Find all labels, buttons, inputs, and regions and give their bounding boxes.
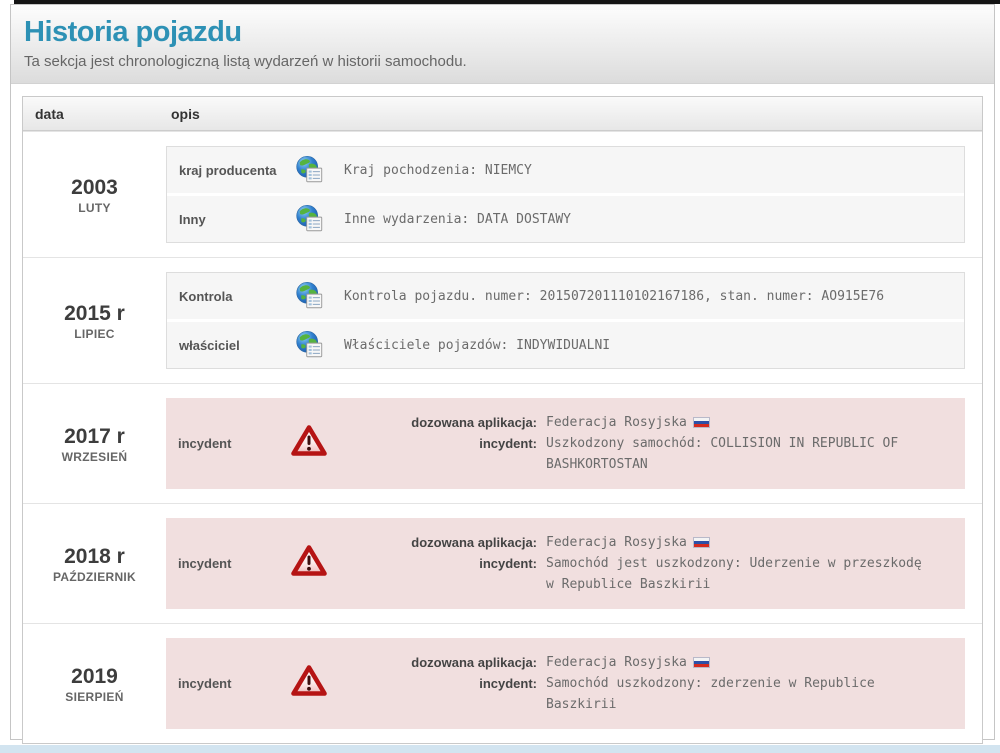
incident-field: incydent: Samochód jest uszkodzony: Uder… bbox=[350, 553, 955, 595]
event-category-label: incydent bbox=[178, 676, 288, 691]
event-category-label: incydent bbox=[178, 556, 288, 571]
content-area: data opis 2003 LUTY kraj producenta bbox=[11, 84, 994, 753]
incident-field: dozowana aplikacja: Federacja Rosyjska bbox=[350, 532, 955, 553]
event-category-label: incydent bbox=[178, 436, 288, 451]
globe-document-icon bbox=[289, 330, 344, 360]
incident-field: dozowana aplikacja: Federacja Rosyjska bbox=[350, 412, 955, 433]
column-header-description: opis bbox=[166, 106, 200, 122]
globe-document-icon bbox=[289, 281, 344, 311]
table-header: data opis bbox=[23, 97, 982, 131]
date-cell: 2003 LUTY bbox=[23, 175, 166, 215]
field-label: incydent: bbox=[350, 433, 546, 475]
event-month: LUTY bbox=[23, 201, 166, 215]
field-value: Samochód jest uszkodzony: Uderzenie w pr… bbox=[546, 553, 934, 595]
event-year: 2015 r bbox=[23, 301, 166, 326]
event-year: 2003 bbox=[23, 175, 166, 200]
globe-document-icon bbox=[289, 155, 344, 185]
field-value: Uszkodzony samochód: COLLISION IN REPUBL… bbox=[546, 433, 934, 475]
event-month: LIPIEC bbox=[23, 327, 166, 341]
incident-field: incydent: Samochód uszkodzony: zderzenie… bbox=[350, 673, 955, 715]
russia-flag-icon bbox=[693, 657, 710, 668]
table-row: 2018 r PAŹDZIERNIK incydent dozowana apl… bbox=[23, 503, 982, 623]
incident-box: incydent dozowana aplikacja: Federacja R… bbox=[166, 398, 965, 489]
field-value: Federacja Rosyjska bbox=[546, 532, 710, 553]
event-group: Kontrola Kontrola pojazdu. numer: 201507… bbox=[166, 272, 965, 369]
description-cell: Kontrola Kontrola pojazdu. numer: 201507… bbox=[166, 272, 982, 369]
field-label: dozowana aplikacja: bbox=[350, 652, 546, 673]
incident-box: incydent dozowana aplikacja: Federacja R… bbox=[166, 638, 965, 729]
event-category-label: kraj producenta bbox=[179, 161, 289, 181]
description-cell: incydent dozowana aplikacja: Federacja R… bbox=[166, 638, 982, 729]
event-month: SIERPIEŃ bbox=[23, 690, 166, 704]
table-row: 2015 r LIPIEC Kontrola Kontrola pojazdu.… bbox=[23, 257, 982, 383]
event-description: Kontrola pojazdu. numer: 201507201110102… bbox=[344, 289, 964, 304]
table-row: 2019 SIERPIEŃ incydent dozowana aplikacj… bbox=[23, 623, 982, 743]
table-row: 2003 LUTY kraj producenta Kraj pochodzen… bbox=[23, 131, 982, 257]
event-item: Kontrola Kontrola pojazdu. numer: 201507… bbox=[167, 273, 964, 319]
bottom-strip bbox=[0, 745, 1000, 753]
field-label: incydent: bbox=[350, 673, 546, 715]
incident-fields: dozowana aplikacja: Federacja Rosyjska i… bbox=[350, 532, 955, 595]
date-cell: 2017 r WRZESIEŃ bbox=[23, 424, 166, 464]
event-category-label: Inny bbox=[179, 210, 289, 230]
event-month: WRZESIEŃ bbox=[23, 450, 166, 464]
event-month: PAŹDZIERNIK bbox=[23, 570, 166, 584]
field-value: Federacja Rosyjska bbox=[546, 412, 710, 433]
event-description: Kraj pochodzenia: NIEMCY bbox=[344, 163, 964, 178]
field-value: Federacja Rosyjska bbox=[546, 652, 710, 673]
page-title: Historia pojazdu bbox=[24, 16, 980, 49]
field-label: incydent: bbox=[350, 553, 546, 595]
description-cell: incydent dozowana aplikacja: Federacja R… bbox=[166, 518, 982, 609]
incident-fields: dozowana aplikacja: Federacja Rosyjska i… bbox=[350, 652, 955, 715]
event-year: 2018 r bbox=[23, 544, 166, 569]
event-year: 2017 r bbox=[23, 424, 166, 449]
warning-icon bbox=[288, 424, 350, 463]
event-description: Właściciele pojazdów: INDYWIDUALNI bbox=[344, 338, 964, 353]
field-label: dozowana aplikacja: bbox=[350, 532, 546, 553]
event-group: kraj producenta Kraj pochodzenia: NIEMCY… bbox=[166, 146, 965, 243]
table-row: 2017 r WRZESIEŃ incydent dozowana aplika… bbox=[23, 383, 982, 503]
page-header: Historia pojazdu Ta sekcja jest chronolo… bbox=[11, 5, 994, 84]
warning-icon bbox=[288, 664, 350, 703]
history-table: data opis 2003 LUTY kraj producenta bbox=[22, 96, 983, 744]
description-cell: incydent dozowana aplikacja: Federacja R… bbox=[166, 398, 982, 489]
warning-icon bbox=[288, 544, 350, 583]
globe-document-icon bbox=[289, 204, 344, 234]
event-year: 2019 bbox=[23, 664, 166, 689]
description-cell: kraj producenta Kraj pochodzenia: NIEMCY… bbox=[166, 146, 982, 243]
field-label: dozowana aplikacja: bbox=[350, 412, 546, 433]
incident-box: incydent dozowana aplikacja: Federacja R… bbox=[166, 518, 965, 609]
incident-field: dozowana aplikacja: Federacja Rosyjska bbox=[350, 652, 955, 673]
page-subtitle: Ta sekcja jest chronologiczną listą wyda… bbox=[24, 53, 980, 70]
date-cell: 2019 SIERPIEŃ bbox=[23, 664, 166, 704]
event-category-label: właściciel bbox=[179, 336, 289, 356]
event-item: Inny Inne wydarzenia: DATA DOSTAWY bbox=[167, 196, 964, 242]
date-cell: 2015 r LIPIEC bbox=[23, 301, 166, 341]
incident-fields: dozowana aplikacja: Federacja Rosyjska i… bbox=[350, 412, 955, 475]
field-value: Samochód uszkodzony: zderzenie w Republi… bbox=[546, 673, 934, 715]
russia-flag-icon bbox=[693, 417, 710, 428]
incident-field: incydent: Uszkodzony samochód: COLLISION… bbox=[350, 433, 955, 475]
event-description: Inne wydarzenia: DATA DOSTAWY bbox=[344, 212, 964, 227]
event-item: właściciel Właściciele pojazdów: INDYWID… bbox=[167, 322, 964, 368]
column-header-date: data bbox=[23, 106, 166, 122]
page-frame: Historia pojazdu Ta sekcja jest chronolo… bbox=[10, 4, 995, 740]
russia-flag-icon bbox=[693, 537, 710, 548]
event-category-label: Kontrola bbox=[179, 287, 289, 307]
date-cell: 2018 r PAŹDZIERNIK bbox=[23, 544, 166, 584]
event-item: kraj producenta Kraj pochodzenia: NIEMCY bbox=[167, 147, 964, 193]
